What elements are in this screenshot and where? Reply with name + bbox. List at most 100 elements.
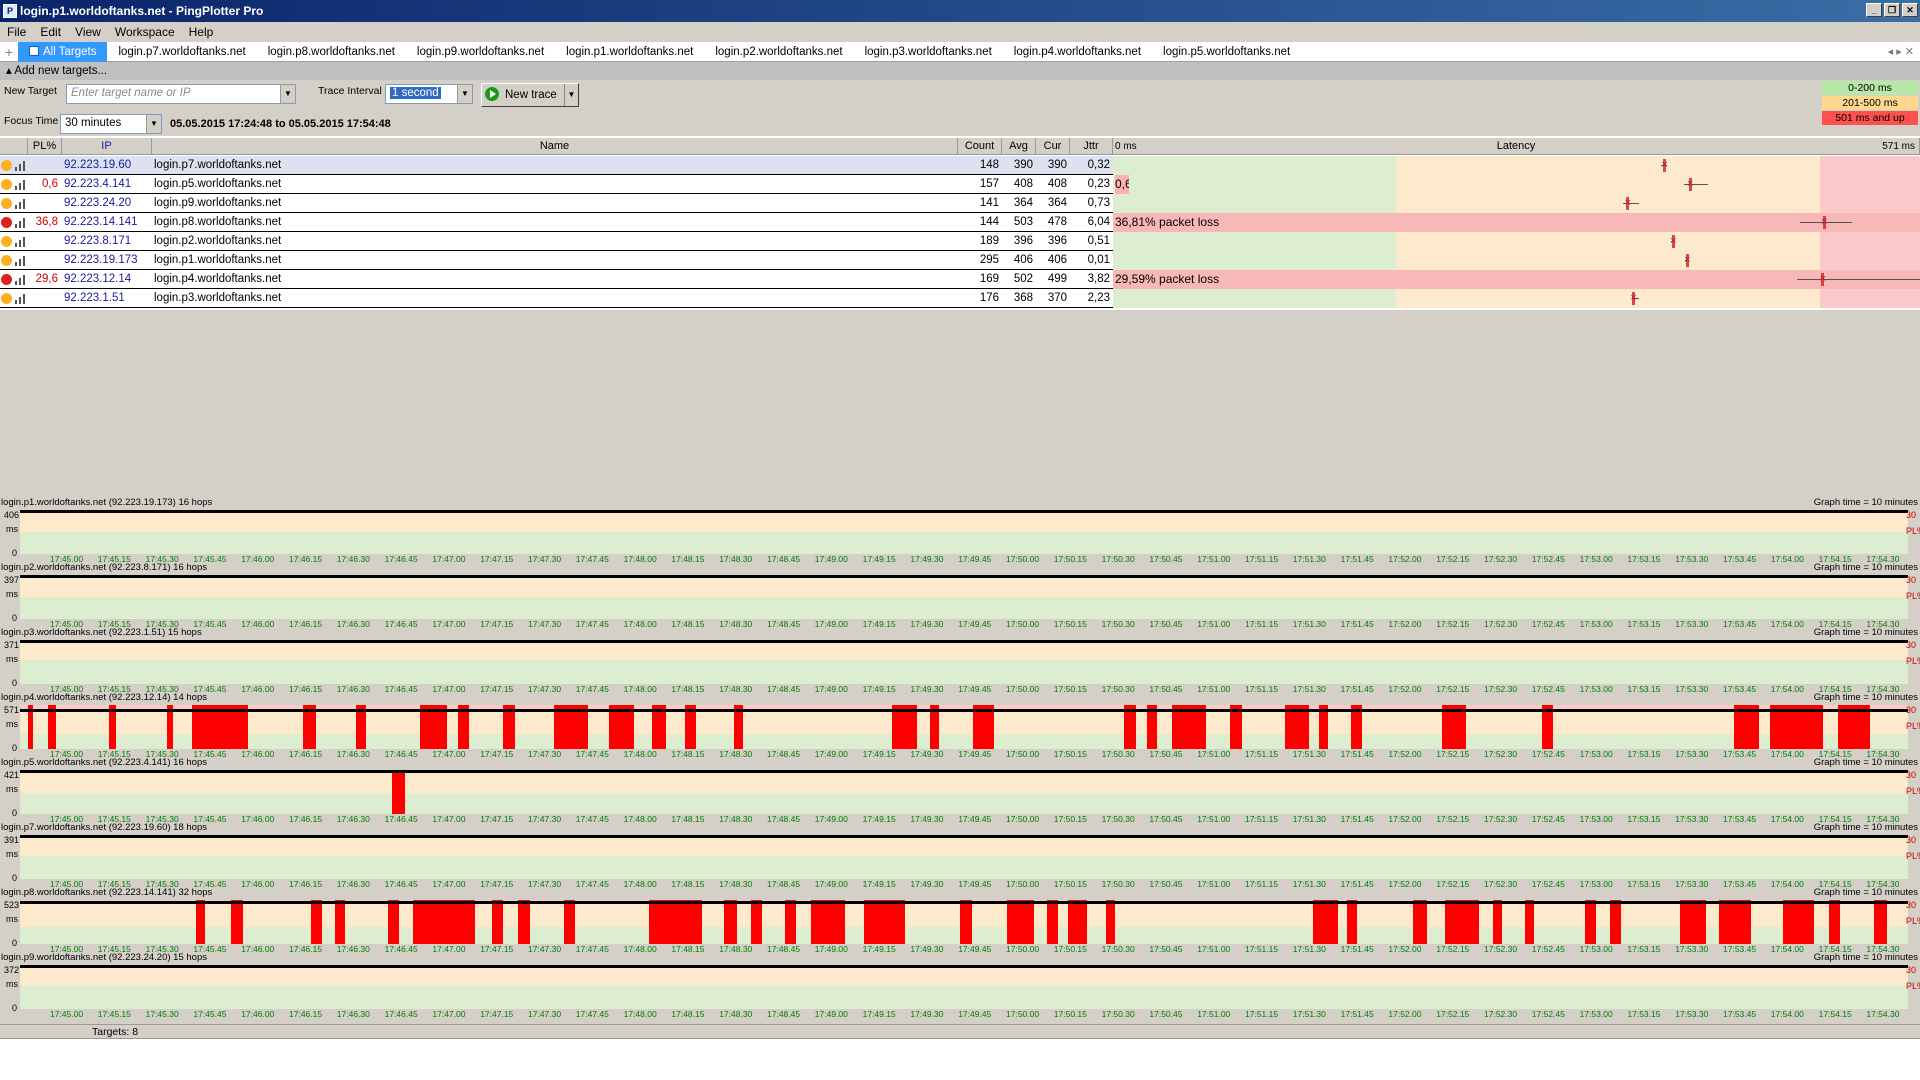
cur-col-header[interactable]: Cur (1036, 138, 1070, 155)
count-col-header[interactable]: Count (958, 138, 1002, 155)
jitter-col-header[interactable]: Jttr (1070, 138, 1113, 155)
timeline-graph[interactable]: login.p4.worldoftanks.net (92.223.12.14)… (0, 693, 1920, 759)
time-tick-label: 17:50.15 (1053, 814, 1087, 823)
latency-col-header[interactable]: 0 ms Latency 571 ms (1113, 138, 1920, 155)
chevron-down-icon[interactable]: ▼ (280, 85, 295, 103)
name-col-header[interactable]: Name (152, 138, 958, 155)
packet-loss-bar (1828, 900, 1841, 944)
tab-p1[interactable]: login.p1.worldoftanks.net (555, 42, 704, 62)
chevron-down-icon[interactable]: ▼ (146, 115, 161, 133)
time-tick-label: 17:48.30 (719, 554, 753, 563)
tab-p9[interactable]: login.p9.worldoftanks.net (406, 42, 555, 62)
latency-line (20, 575, 1908, 578)
target-row[interactable]: 92.223.19.60 login.p7.worldoftanks.net 148… (0, 156, 1920, 175)
pl-max-label: 30 (1906, 965, 1917, 975)
bar-graph-icon[interactable] (15, 275, 25, 285)
time-tick-label: 17:50.00 (1006, 1009, 1040, 1018)
timeline-graph[interactable]: login.p2.worldoftanks.net (92.223.8.171)… (0, 563, 1920, 629)
restore-button[interactable]: ❐ (1884, 3, 1900, 17)
graph-title: login.p9.worldoftanks.net (92.223.24.20)… (1, 952, 207, 963)
bar-graph-icon[interactable] (15, 237, 25, 247)
menu-view[interactable]: View (68, 25, 108, 39)
ip-cell: 92.223.4.141 (64, 178, 132, 190)
ip-col-header[interactable]: IP (62, 138, 152, 155)
new-trace-button[interactable]: New trace ▼ (481, 83, 579, 107)
latency-min-label: 0 ms (1115, 141, 1137, 152)
graph-time-axis: 17:45.00 17:45.15 17:45.30 17:45.45 17:46.00… (20, 749, 1908, 758)
time-tick-label: 17:48.00 (623, 1009, 657, 1018)
bar-graph-icon[interactable] (15, 218, 25, 228)
count-cell: 176 (979, 292, 999, 304)
bar-graph-icon[interactable] (15, 180, 25, 190)
chevron-down-icon[interactable]: ▼ (457, 85, 472, 103)
target-row[interactable]: 92.223.19.173 login.p1.worldoftanks.net 29… (0, 251, 1920, 270)
bar-graph-icon[interactable] (15, 294, 25, 304)
target-row[interactable]: 29,6 92.223.12.14 login.p4.worldoftanks.ne… (0, 270, 1920, 289)
minimize-button[interactable]: _ (1866, 3, 1882, 17)
avg-col-header[interactable]: Avg (1002, 138, 1036, 155)
ip-cell: 92.223.12.14 (64, 273, 132, 285)
target-row[interactable]: 36,8 92.223.14.141 login.p8.worldoftanks.n… (0, 213, 1920, 232)
tab-p4[interactable]: login.p4.worldoftanks.net (1003, 42, 1152, 62)
target-row[interactable]: 92.223.24.20 login.p9.worldoftanks.net 141… (0, 194, 1920, 213)
time-tick-label: 17:49.15 (862, 684, 896, 693)
tab-p2[interactable]: login.p2.worldoftanks.net (704, 42, 853, 62)
tab-p3[interactable]: login.p3.worldoftanks.net (854, 42, 1003, 62)
menu-edit[interactable]: Edit (33, 25, 68, 39)
time-tick-label: 17:50.30 (1101, 619, 1135, 628)
bar-graph-icon[interactable] (15, 256, 25, 266)
time-tick-label: 17:47.45 (575, 879, 609, 888)
status-dot-icon (1, 274, 12, 285)
target-row[interactable]: 92.223.8.171 login.p2.worldoftanks.net 189… (0, 232, 1920, 251)
graph-y-min: 0 (12, 743, 18, 753)
time-tick-label: 17:48.15 (671, 814, 705, 823)
tab-p7[interactable]: login.p7.worldoftanks.net (107, 42, 256, 62)
graph-time-axis: 17:45.00 17:45.15 17:45.30 17:45.45 17:46.00… (20, 619, 1908, 628)
time-tick-label: 17:51.00 (1197, 684, 1231, 693)
timeline-graphs: login.p1.worldoftanks.net (92.223.19.173… (0, 498, 1920, 1024)
close-button[interactable]: ✕ (1902, 3, 1918, 17)
trace-interval-select[interactable]: 1 second ▼ (385, 84, 473, 104)
graph-y-min: 0 (12, 938, 18, 948)
new-target-label: New Target (4, 85, 57, 97)
time-tick-label: 17:48.00 (623, 814, 657, 823)
tab-p5[interactable]: login.p5.worldoftanks.net (1152, 42, 1301, 62)
new-target-input[interactable]: Enter target name or IP ▼ (66, 84, 296, 104)
time-tick-label: 17:52.30 (1484, 749, 1518, 758)
bar-graph-icon[interactable] (15, 161, 25, 171)
latency-zone-mid (1395, 156, 1820, 175)
packet-loss-bar (563, 900, 576, 944)
time-tick-label: 17:50.30 (1101, 1009, 1135, 1018)
tab-scroll-arrows-icon[interactable]: ◂ ▸ ✕ (1888, 42, 1914, 62)
timeline-graph[interactable]: login.p8.worldoftanks.net (92.223.14.141… (0, 888, 1920, 954)
add-tab-icon[interactable]: + (0, 44, 18, 60)
menu-help[interactable]: Help (182, 25, 221, 39)
packet-loss-bar (1007, 900, 1034, 944)
chevron-down-icon[interactable]: ▼ (564, 84, 578, 106)
menu-workspace[interactable]: Workspace (108, 25, 182, 39)
graph-ms-label: ms (6, 914, 18, 924)
graph-plot-area (20, 510, 1908, 554)
trace-interval-label: Trace Interval (318, 85, 382, 97)
timeline-graph[interactable]: login.p5.worldoftanks.net (92.223.4.141)… (0, 758, 1920, 824)
pl-cell: 0,6 (42, 178, 58, 190)
tab-p8[interactable]: login.p8.worldoftanks.net (257, 42, 406, 62)
tab-all-targets[interactable]: All Targets (18, 41, 108, 62)
bar-graph-icon[interactable] (15, 199, 25, 209)
focus-time-select[interactable]: 30 minutes ▼ (60, 114, 162, 134)
pl-col-header[interactable]: PL% (28, 138, 62, 155)
target-row[interactable]: 92.223.1.51 login.p3.worldoftanks.net 176 3… (0, 289, 1920, 308)
add-targets-bar[interactable]: ▴ Add new targets... (0, 62, 1920, 80)
target-row[interactable]: 0,6 92.223.4.141 login.p5.worldoftanks.net… (0, 175, 1920, 194)
time-tick-label: 17:48.15 (671, 684, 705, 693)
timeline-graph[interactable]: login.p3.worldoftanks.net (92.223.1.51) … (0, 628, 1920, 694)
timeline-graph[interactable]: login.p9.worldoftanks.net (92.223.24.20)… (0, 952, 1920, 1019)
timeline-graph[interactable]: login.p7.worldoftanks.net (92.223.19.60)… (0, 823, 1920, 889)
pl-max-label: 30 (1906, 900, 1917, 910)
time-tick-label: 17:49.30 (910, 619, 944, 628)
time-tick-label: 17:53.45 (1723, 814, 1757, 823)
timeline-graph[interactable]: login.p1.worldoftanks.net (92.223.19.173… (0, 498, 1920, 564)
menu-file[interactable]: File (0, 25, 33, 39)
graph-y-max: 372 (3, 965, 19, 975)
time-tick-label: 17:51.00 (1197, 554, 1231, 563)
